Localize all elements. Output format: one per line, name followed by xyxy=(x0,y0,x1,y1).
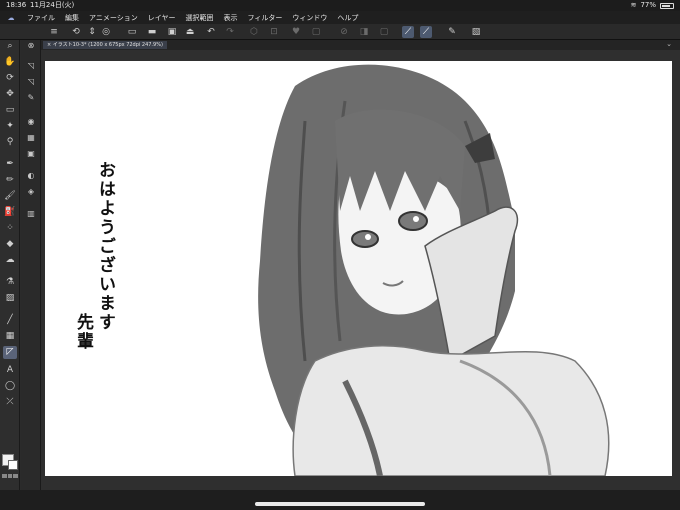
undo-icon[interactable]: ↶ xyxy=(205,26,217,38)
color-wheel-icon[interactable]: ✎ xyxy=(25,92,37,104)
ruler-snap-icon[interactable]: ⟋ xyxy=(402,26,414,38)
fill-icon[interactable]: ♥ xyxy=(290,26,302,38)
shirt-shape xyxy=(292,345,610,476)
special-ruler-snap-icon[interactable]: ⟋ xyxy=(420,26,432,38)
selection-border-icon[interactable]: ▢ xyxy=(378,26,390,38)
airbrush-icon[interactable]: ⛽ xyxy=(3,206,17,219)
color-slider-icon[interactable]: ◉ xyxy=(25,116,37,128)
clear-icon[interactable]: ⬡ xyxy=(248,26,260,38)
pen-icon[interactable]: ✒ xyxy=(3,158,17,171)
ruler-icon[interactable]: ◸ xyxy=(3,346,17,359)
copy-icon[interactable]: ▢ xyxy=(310,26,322,38)
menu-file[interactable]: ファイル xyxy=(22,13,60,23)
eyedropper-icon[interactable]: ⚲ xyxy=(3,136,17,149)
menu-filter[interactable]: フィルター xyxy=(243,13,288,23)
balloon-icon[interactable]: ◯ xyxy=(3,380,17,393)
drawing-canvas[interactable]: おはようございます 先輩 xyxy=(45,61,672,476)
selection-icon[interactable]: ▭ xyxy=(3,104,17,117)
tool-palette: ⌕ ✋ ⟳ ✥ ▭ ✦ ⚲ ✒ ✏ 🖌 ⛽ ⁘ ◆ ☁ ⚗ ▨ ╱ ▦ ◸ A … xyxy=(0,40,20,490)
status-date: 11月24日(火) xyxy=(30,1,75,9)
color-set-icon[interactable]: ▦ xyxy=(25,132,37,144)
app-logo-icon[interactable]: ☁ xyxy=(0,14,22,22)
intermediate-color-icon[interactable]: ▣ xyxy=(25,148,37,160)
invert-selection-icon[interactable]: ◨ xyxy=(358,26,370,38)
wifi-icon: ≋ xyxy=(630,1,637,9)
decoration-icon[interactable]: ⁘ xyxy=(3,222,17,235)
battery-icon xyxy=(660,2,674,9)
open-folder-icon[interactable]: ▬ xyxy=(146,26,158,38)
document-tab[interactable]: × イラスト10-3* (1200 x 675px 72dpi 247.9%) xyxy=(43,41,167,49)
menu-help[interactable]: ヘルプ xyxy=(332,13,363,23)
gradient-icon[interactable]: ▨ xyxy=(3,292,17,305)
status-time: 18:36 xyxy=(6,1,27,9)
stepper-icon[interactable]: ⇕ xyxy=(86,26,98,38)
new-file-icon[interactable]: ▭ xyxy=(126,26,138,38)
rotate-icon[interactable]: ⟳ xyxy=(3,72,17,85)
status-bar: 18:36 11月24日(火) ≋ 77% xyxy=(0,0,680,11)
redo-icon[interactable]: ↷ xyxy=(224,26,236,38)
navigator-icon[interactable]: ◐ xyxy=(25,170,37,182)
hamburger-menu-icon[interactable]: ≡ xyxy=(48,26,60,38)
menu-view[interactable]: 表示 xyxy=(219,13,243,23)
brush-icon[interactable]: 🖌 xyxy=(3,190,17,203)
text-icon[interactable]: A xyxy=(3,364,17,377)
tool-property-icon[interactable]: ◹ xyxy=(25,60,37,72)
save-icon[interactable]: ▣ xyxy=(166,26,178,38)
greeting-text: おはようございます xyxy=(95,161,115,332)
blend-icon[interactable]: ☁ xyxy=(3,254,17,267)
export-icon[interactable]: ⏏ xyxy=(184,26,196,38)
undo-history-icon[interactable]: ⟲ xyxy=(70,26,82,38)
menu-layer[interactable]: レイヤー xyxy=(143,13,181,23)
auto-select-icon[interactable]: ✦ xyxy=(3,120,17,133)
eraser-icon[interactable]: ◆ xyxy=(3,238,17,251)
sub-color-swatch[interactable] xyxy=(8,460,18,470)
subtool-icon[interactable]: ⊗ xyxy=(25,40,37,52)
menu-animation[interactable]: アニメーション xyxy=(84,13,143,23)
illustration xyxy=(258,64,610,476)
deselect-icon[interactable]: ⊘ xyxy=(338,26,350,38)
document-tab-bar: × イラスト10-3* (1200 x 675px 72dpi 247.9%) … xyxy=(41,40,680,50)
frame-border-icon[interactable]: ▦ xyxy=(3,330,17,343)
battery-percent: 77% xyxy=(640,1,656,9)
right-eye xyxy=(398,211,428,231)
quick-access-icon[interactable]: ▧ xyxy=(470,26,482,38)
menu-bar: ☁ ファイル 編集 アニメーション レイヤー 選択範囲 表示 フィルター ウィン… xyxy=(0,11,680,24)
palette-bar: ⊗ ◹ ◹ ✎ ◉ ▦ ▣ ◐ ◈ ▥ xyxy=(21,40,41,490)
menu-selection[interactable]: 選択範囲 xyxy=(181,13,219,23)
brush-size-icon[interactable]: ◹ xyxy=(25,76,37,88)
chevron-down-icon[interactable]: ⌄ xyxy=(666,40,672,48)
home-indicator[interactable] xyxy=(255,502,425,506)
color-mode-toggle[interactable] xyxy=(2,474,19,478)
zoom-icon[interactable]: ⌕ xyxy=(3,40,17,53)
senpai-text: 先輩 xyxy=(73,313,93,351)
fill-bucket-icon[interactable]: ⚗ xyxy=(3,276,17,289)
hand-icon[interactable]: ✋ xyxy=(3,56,17,69)
left-eye xyxy=(351,230,379,248)
grid-snap-icon[interactable]: ✎ xyxy=(446,26,458,38)
canvas-area[interactable]: おはようございます 先輩 xyxy=(41,50,680,490)
figure-icon[interactable]: ╱ xyxy=(3,314,17,327)
menu-window[interactable]: ウィンドウ xyxy=(287,13,332,23)
menu-edit[interactable]: 編集 xyxy=(60,13,84,23)
bottom-area xyxy=(0,490,680,510)
companion-icon[interactable]: ◎ xyxy=(100,26,112,38)
layer-icon[interactable]: ◈ xyxy=(25,186,37,198)
pencil-icon[interactable]: ✏ xyxy=(3,174,17,187)
command-bar: ≡ ⟲ ⇕ ◎ ▭ ▬ ▣ ⏏ ↶ ↷ ⬡ ⊡ ♥ ▢ ⊘ ◨ ▢ ⟋ ⟋ ✎ … xyxy=(0,24,680,40)
status-right: ≋ 77% xyxy=(631,0,674,11)
move-icon[interactable]: ✥ xyxy=(3,88,17,101)
transform-icon[interactable]: ⊡ xyxy=(268,26,280,38)
correct-line-icon[interactable]: ⤫ xyxy=(3,396,17,409)
material-icon[interactable]: ▥ xyxy=(25,208,37,220)
